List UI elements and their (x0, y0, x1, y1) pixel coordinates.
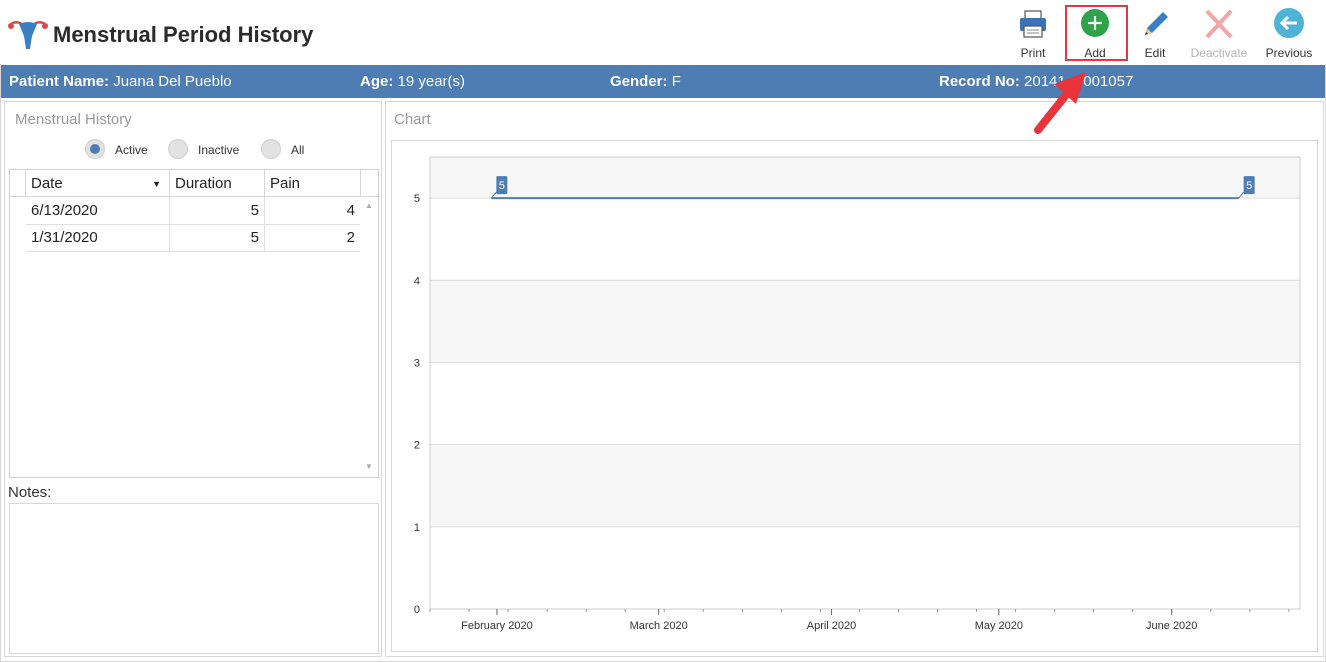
pencil-icon (1145, 12, 1168, 35)
arrow-left-circle-icon (1274, 8, 1304, 38)
x-tick-label: June 2020 (1146, 620, 1197, 632)
plot-border (429, 156, 1301, 610)
chart-title: Chart (394, 111, 431, 128)
x-tick-label: March 2020 (630, 620, 688, 632)
y-tick-label: 2 (414, 440, 420, 452)
cell-duration: 5 (170, 224, 265, 251)
y-tick-label: 4 (414, 275, 420, 287)
cell-pain: 4 (346, 202, 355, 219)
sort-down-icon: ▼ (152, 179, 161, 189)
gender-field: Gender: F (610, 73, 681, 90)
edit-button[interactable]: Edit (1125, 4, 1185, 62)
print-label: Print (1020, 46, 1046, 60)
column-header-duration-label: Duration (175, 175, 232, 192)
data-label: 5 (499, 180, 505, 192)
gender-label: Gender: (610, 73, 668, 90)
previous-label: Previous (1265, 46, 1313, 60)
column-header-pain-label: Pain (270, 175, 301, 192)
edit-label: Edit (1144, 46, 1166, 60)
notes-label: Notes: (8, 484, 52, 501)
history-grid: Date ▼ Duration Pain 6/13/2020 5 4 1/31/… (9, 169, 379, 478)
radio-active-label: Active (115, 143, 148, 157)
history-title: Menstrual History (15, 111, 132, 128)
record-no-label: Record No: (939, 73, 1020, 90)
row-indicator-header (10, 170, 26, 197)
patient-name-value: Juana Del Pueblo (113, 73, 232, 90)
y-tick-label: 3 (414, 357, 420, 369)
uterus-logo-icon (8, 21, 48, 49)
cell-date: 1/31/2020 (26, 224, 170, 251)
previous-button[interactable]: Previous (1259, 4, 1319, 62)
chart-container: 0 1 2 3 4 5 February 2020 March 2020 April 2020 M… (391, 140, 1318, 652)
grid-band (430, 280, 1300, 363)
print-button[interactable]: Print (1003, 4, 1063, 62)
radio-all-label: All (291, 143, 305, 157)
title-bar: Menstrual Period History Print Add Edit (0, 0, 1326, 64)
table-row[interactable]: 6/13/2020 5 4 (26, 197, 360, 225)
column-header-date-label: Date (31, 175, 63, 192)
deactivate-label: Deactivate (1190, 46, 1248, 60)
radio-inactive-dot (168, 139, 188, 159)
add-highlight-box (1065, 5, 1128, 61)
data-label: 5 (1246, 180, 1252, 192)
printer-icon (1020, 10, 1046, 38)
age-label: Age: (360, 73, 394, 90)
patient-name-field: Patient Name: Juana Del Pueblo (9, 73, 232, 90)
radio-all-dot (261, 139, 281, 159)
x-tick-label: February 2020 (461, 620, 533, 632)
cell-date: 6/13/2020 (26, 197, 170, 224)
scroll-up-icon[interactable]: ▲ (365, 201, 373, 210)
line-chart: 0 1 2 3 4 5 February 2020 March 2020 April 2020 M… (414, 156, 1301, 632)
y-tick-label: 1 (414, 522, 420, 534)
table-row[interactable]: 1/31/2020 5 2 (26, 224, 360, 252)
cell-duration: 5 (170, 197, 265, 224)
column-header-pain[interactable]: Pain (265, 170, 361, 197)
age-value: 19 year(s) (397, 73, 466, 90)
radio-inactive-label: Inactive (198, 143, 240, 157)
scroll-down-icon[interactable]: ▼ (365, 462, 373, 471)
page-title: Menstrual Period History (53, 22, 314, 47)
x-icon (1205, 9, 1233, 39)
patient-info-bar: Patient Name: Juana Del Pueblo Age: 19 y… (1, 65, 1325, 98)
y-tick-label: 5 (414, 193, 420, 205)
patient-name-label: Patient Name: (9, 73, 110, 90)
red-arrow-pointer-icon (1034, 72, 1086, 134)
gender-value: F (671, 73, 681, 90)
deactivate-button[interactable]: Deactivate (1189, 4, 1249, 62)
x-tick-label: May 2020 (975, 620, 1023, 632)
notes-textarea[interactable] (9, 503, 379, 654)
column-header-duration[interactable]: Duration (170, 170, 265, 197)
scroll-header (361, 170, 378, 197)
x-tick-label: April 2020 (807, 620, 857, 632)
grid-band (430, 444, 1300, 527)
column-header-date[interactable]: Date ▼ (26, 170, 170, 197)
y-tick-label: 0 (414, 604, 420, 616)
cell-pain: 2 (346, 229, 355, 246)
radio-active-dot (85, 139, 105, 159)
age-field: Age: 19 year(s) (360, 73, 465, 90)
grid-band (430, 157, 1300, 199)
